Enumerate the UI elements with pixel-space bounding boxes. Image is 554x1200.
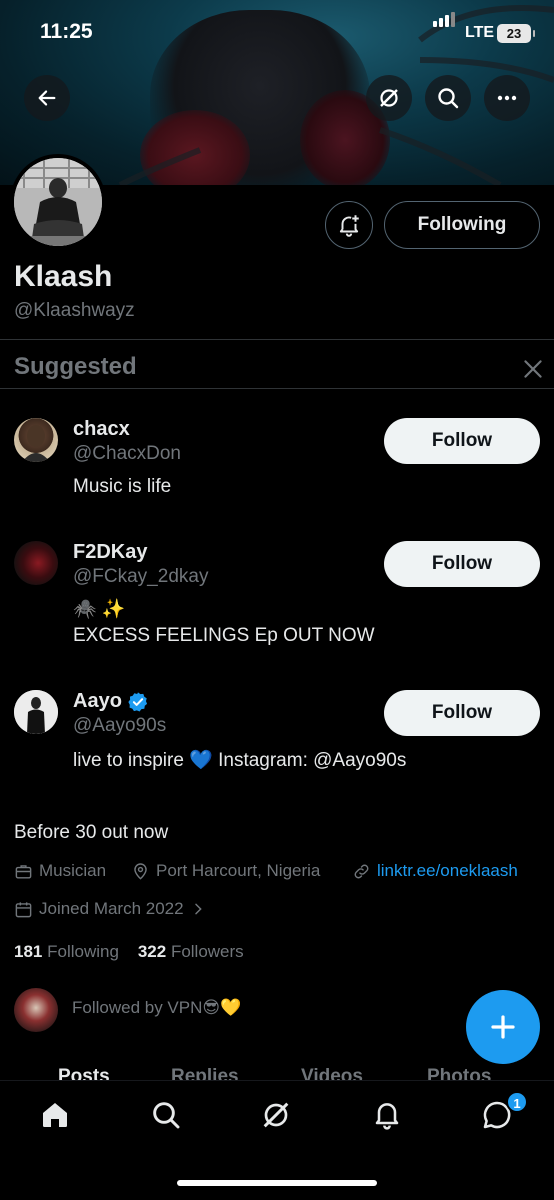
location-pin-icon: [134, 862, 147, 880]
status-time: 11:25: [40, 20, 93, 43]
messages-badge: 1: [506, 1091, 528, 1113]
followed-by-text[interactable]: Followed by VPN😎💛: [72, 998, 241, 1018]
suggested-handle: @FCkay_2dkay: [73, 566, 209, 587]
plus-icon: [491, 1015, 515, 1039]
verified-badge-icon: [128, 691, 147, 711]
close-icon: [524, 360, 542, 378]
briefcase-icon: [15, 864, 32, 879]
grok-button[interactable]: [366, 75, 412, 121]
suggested-bio: 🕷️ ✨: [73, 599, 126, 620]
suggested-avatar[interactable]: [14, 541, 58, 585]
follow-button[interactable]: Follow: [384, 690, 540, 736]
suggested-handle: @Aayo90s: [73, 715, 167, 736]
suggested-bio: Music is life: [73, 476, 172, 497]
nav-notifications[interactable]: [367, 1095, 407, 1135]
joined-date[interactable]: Joined March 2022: [14, 899, 206, 919]
follow-counts: 181 Following 322 Followers: [14, 942, 244, 962]
bell-plus-icon: [339, 215, 359, 237]
profile-link[interactable]: linktr.ee/oneklaash: [352, 861, 518, 881]
link-icon: [354, 864, 369, 878]
calendar-icon: [15, 901, 32, 917]
search-icon: [153, 1102, 180, 1129]
profile-name: Klaash: [14, 260, 113, 293]
joined-text: Joined March 2022: [39, 899, 184, 918]
link-text[interactable]: linktr.ee/oneklaash: [377, 861, 518, 881]
close-suggested-button[interactable]: [520, 356, 546, 382]
location: Port Harcourt, Nigeria: [131, 861, 320, 881]
profile-handle: @Klaashwayz: [14, 300, 135, 321]
suggested-handle: @ChacxDon: [73, 443, 181, 464]
nav-home[interactable]: [35, 1095, 75, 1135]
grok-icon: [380, 89, 398, 107]
location-text: Port Harcourt, Nigeria: [156, 861, 321, 880]
suggested-avatar[interactable]: [14, 418, 58, 462]
follow-button[interactable]: Follow: [384, 418, 540, 464]
search-icon: [438, 88, 459, 109]
arrow-left-icon: [38, 90, 56, 106]
followed-by-avatar[interactable]: [14, 988, 58, 1032]
more-button[interactable]: [484, 75, 530, 121]
back-button[interactable]: [24, 75, 70, 121]
nav-search[interactable]: [146, 1095, 186, 1135]
profession-text: Musician: [39, 861, 107, 880]
following-button[interactable]: Following: [384, 201, 540, 249]
divider: [0, 339, 554, 340]
network-label: LTE: [465, 24, 495, 41]
profile-avatar[interactable]: [10, 154, 106, 250]
profession: Musician: [14, 861, 106, 881]
suggested-bio-line2: EXCESS FEELINGS Ep OUT NOW: [73, 625, 375, 646]
suggested-name[interactable]: Aayo: [73, 690, 122, 713]
more-horizontal-icon: [497, 95, 517, 101]
search-button[interactable]: [425, 75, 471, 121]
suggested-title: Suggested: [14, 353, 137, 380]
suggested-name-row: Aayo: [73, 690, 149, 713]
battery-icon: 23: [497, 24, 535, 43]
compose-button[interactable]: [466, 990, 540, 1064]
suggested-name[interactable]: chacx: [73, 418, 130, 441]
following-count-link[interactable]: 181 Following: [14, 942, 119, 961]
status-bar: 11:25 LTE 23: [0, 0, 554, 64]
suggested-bio: live to inspire 💙 Instagram: @Aayo90s: [73, 750, 407, 771]
chevron-right-icon: [194, 903, 202, 915]
nav-grok[interactable]: [256, 1095, 296, 1135]
profile-bio: Before 30 out now: [14, 822, 169, 843]
suggested-name[interactable]: F2DKay: [73, 541, 147, 564]
home-indicator: [177, 1180, 377, 1186]
divider: [0, 388, 554, 389]
follow-button[interactable]: Follow: [384, 541, 540, 587]
profile-avatar-image: [14, 158, 102, 246]
home-icon: [43, 1103, 67, 1127]
suggested-avatar[interactable]: [14, 690, 58, 734]
notifications-icon: [375, 1103, 399, 1130]
followers-count-link[interactable]: 322 Followers: [138, 942, 244, 961]
grok-icon: [263, 1102, 289, 1128]
notify-button[interactable]: [325, 201, 373, 249]
